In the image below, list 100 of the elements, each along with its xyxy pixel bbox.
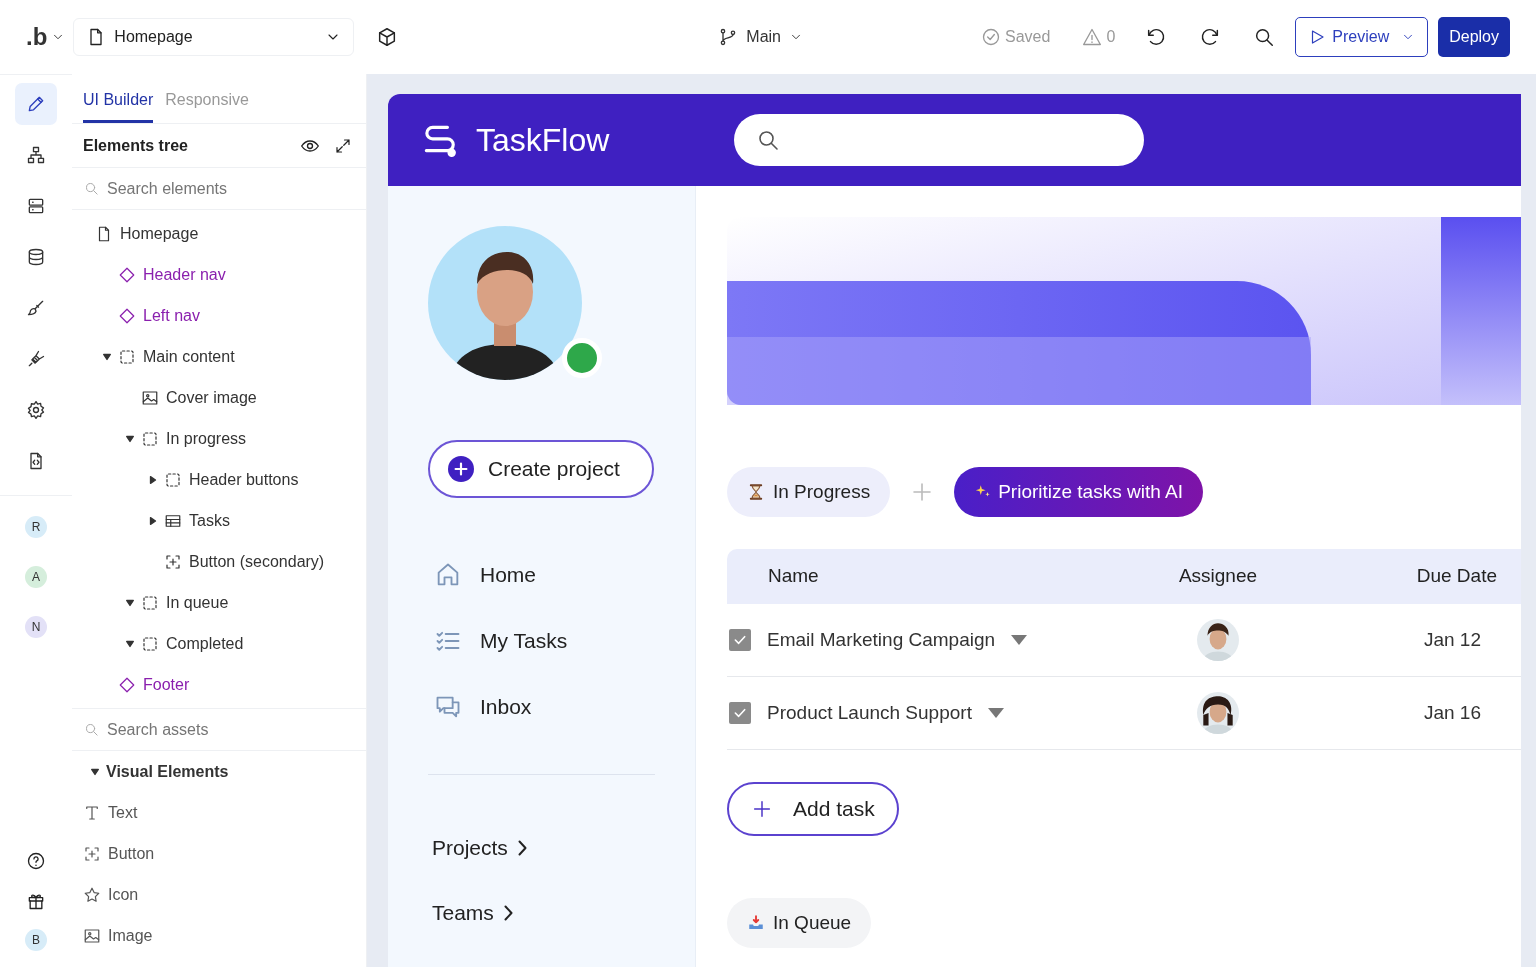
tree-item[interactable]: Tasks — [72, 500, 366, 541]
brush-icon — [26, 298, 46, 318]
caret-icon[interactable] — [147, 474, 158, 485]
hourglass-icon — [747, 482, 765, 502]
preview-button[interactable]: Preview — [1295, 17, 1429, 57]
image-icon — [83, 926, 101, 945]
tree-item[interactable]: Completed — [72, 623, 366, 664]
section-tag: In Queue — [727, 898, 872, 948]
section-header[interactable]: Visual Elements — [72, 751, 366, 792]
tree-item[interactable]: Homepage — [72, 213, 366, 254]
branch-name: Main — [746, 27, 781, 47]
hierarchy-icon — [26, 145, 46, 165]
tree-item[interactable]: Header buttons — [72, 459, 366, 500]
tree-item[interactable]: In progress — [72, 418, 366, 459]
component-icon — [118, 265, 136, 284]
checkbox[interactable] — [729, 702, 751, 724]
checkbox[interactable] — [729, 629, 751, 651]
user-avatar[interactable]: A — [25, 566, 47, 588]
help-icon[interactable] — [26, 851, 46, 871]
container-icon — [141, 429, 159, 448]
nav-link[interactable]: Teams — [428, 880, 655, 945]
caret-icon[interactable] — [124, 433, 135, 444]
search-field[interactable]: Search assets — [105, 716, 325, 743]
logo: .b — [26, 22, 48, 52]
button-icon — [83, 844, 101, 863]
warning-icon — [1082, 27, 1103, 47]
plus-icon — [751, 798, 773, 820]
container-icon — [118, 347, 136, 366]
page-name: Homepage — [114, 27, 194, 47]
page-selector[interactable]: Homepage — [73, 18, 355, 56]
column-header: Assignee — [1177, 564, 1259, 589]
component-icon — [118, 675, 136, 694]
pencil-icon — [26, 94, 46, 114]
check-icon — [981, 27, 1001, 47]
user-avatar[interactable]: N — [25, 616, 47, 638]
panel-tab[interactable]: UI Builder — [83, 88, 154, 123]
caret-icon[interactable] — [101, 351, 112, 362]
task-name: Email Marketing Campaign — [767, 627, 996, 652]
nav-item[interactable]: Inbox — [428, 674, 655, 740]
assignee-avatar — [1197, 692, 1239, 734]
panel-title: Elements tree — [83, 135, 189, 156]
save-status: Saved — [1005, 27, 1051, 47]
tree-item[interactable]: Left nav — [72, 295, 366, 336]
account-avatar[interactable]: B — [25, 929, 47, 951]
assignee-avatar — [1197, 619, 1239, 661]
plus-icon — [448, 456, 474, 482]
gift-icon[interactable] — [26, 891, 46, 911]
add-task-button[interactable]: Add task — [727, 782, 899, 836]
container-icon — [141, 634, 159, 653]
tree-item[interactable]: Header nav — [72, 254, 366, 295]
nav-link[interactable]: Projects — [428, 815, 655, 880]
text-icon — [83, 803, 101, 822]
deploy-button[interactable]: Deploy — [1438, 17, 1510, 57]
caret-icon[interactable] — [147, 515, 158, 526]
database-icon — [26, 247, 46, 267]
user-avatar[interactable]: R — [25, 516, 47, 538]
tree-item[interactable]: In queue — [72, 582, 366, 623]
nav-item[interactable]: My Tasks — [428, 608, 655, 674]
chevron-right-icon — [517, 839, 527, 856]
logo-menu[interactable]: .b — [26, 19, 66, 55]
search-field[interactable] — [734, 114, 1144, 166]
column-header: Name — [767, 564, 820, 589]
search-icon[interactable] — [1253, 26, 1276, 48]
due-date: Jan 16 — [1422, 700, 1482, 725]
component-icon — [118, 306, 136, 325]
warning-count: 0 — [1106, 27, 1116, 47]
tree-item[interactable]: Button (secondary) — [72, 541, 366, 582]
button-icon — [164, 552, 182, 571]
nav-item[interactable]: Home — [428, 542, 655, 608]
due-date: Jan 12 — [1422, 627, 1482, 652]
app-title: TaskFlow — [476, 121, 611, 160]
star-icon — [83, 885, 101, 904]
caret-icon[interactable] — [124, 597, 135, 608]
ai-button[interactable]: Prioritize tasks with AI — [954, 467, 1203, 517]
plug-icon — [26, 349, 46, 369]
search-field[interactable]: Search elements — [105, 175, 325, 202]
asset-item[interactable]: Text — [72, 792, 366, 833]
asset-item[interactable]: Icon — [72, 874, 366, 915]
task-name: Product Launch Support — [767, 700, 972, 725]
chevron-right-icon — [503, 904, 513, 921]
create-project-button[interactable]: Create project — [428, 440, 654, 498]
caret-icon[interactable] — [124, 638, 135, 649]
gear-icon — [26, 400, 46, 420]
branch-selector[interactable]: Main — [718, 25, 803, 49]
container-icon — [164, 470, 182, 489]
search-icon — [756, 128, 780, 152]
tree-item[interactable]: Footer — [72, 664, 366, 705]
tree-item[interactable]: Cover image — [72, 377, 366, 418]
expand-icon[interactable] — [334, 136, 352, 155]
section-tag: In Progress — [727, 467, 891, 517]
search-icon — [84, 722, 99, 737]
server-icon — [26, 196, 46, 216]
tree-item[interactable]: Main content — [72, 336, 366, 377]
image-icon — [141, 388, 159, 407]
dropdown-icon[interactable] — [1011, 635, 1028, 645]
column-header: Due Date — [1415, 564, 1498, 589]
asset-item[interactable]: Button — [72, 833, 366, 874]
search-icon — [84, 181, 99, 196]
dropdown-icon[interactable] — [987, 708, 1004, 718]
asset-item[interactable]: Image — [72, 915, 366, 956]
